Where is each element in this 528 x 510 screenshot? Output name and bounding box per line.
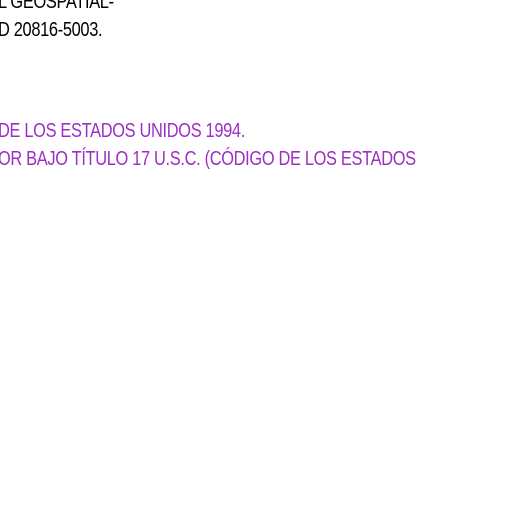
copyright-line-2: OR BAJO TÍTULO 17 U.S.C. (CÓDIGO DE LOS … — [0, 148, 416, 170]
document-page: L GEOSPATIAL- D 20816-5003. DE LOS ESTAD… — [0, 0, 528, 510]
address-line-1: L GEOSPATIAL- — [0, 0, 114, 13]
address-line-2: D 20816-5003. — [0, 19, 103, 41]
copyright-line-1: DE LOS ESTADOS UNIDOS 1994. — [0, 120, 245, 142]
